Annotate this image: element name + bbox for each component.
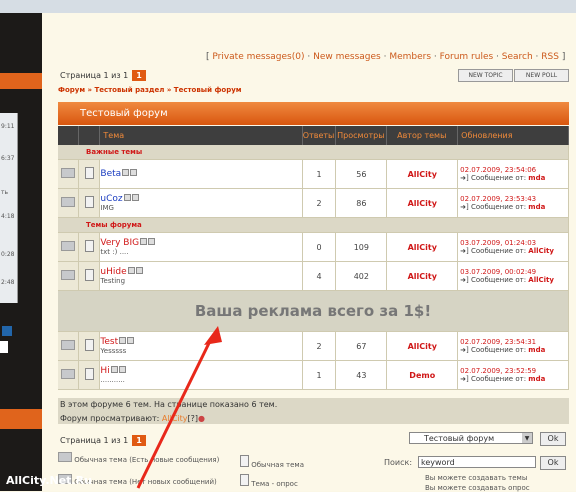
red-arrow-annotation	[136, 326, 222, 489]
watermark: AllCity.Net.Ru	[6, 474, 92, 487]
